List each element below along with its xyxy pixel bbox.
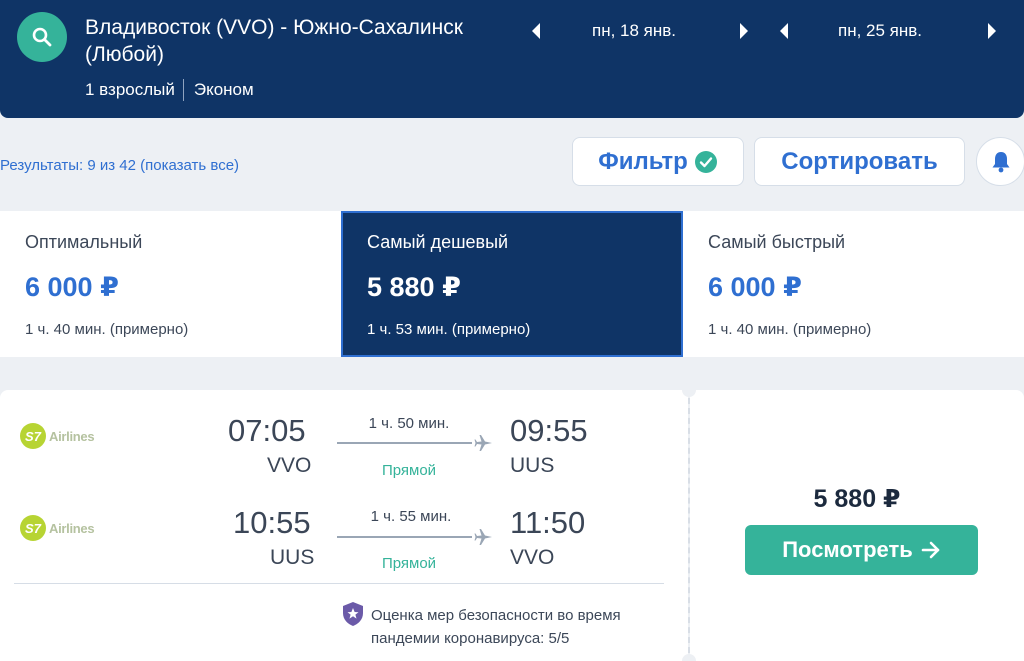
airline-logo-mark: S7 — [20, 423, 46, 449]
sort-button[interactable]: Сортировать — [754, 137, 965, 186]
ticket-divider — [688, 398, 690, 653]
bell-icon — [992, 151, 1009, 172]
depart-date[interactable]: пн, 18 янв. — [592, 18, 676, 44]
caret-left-icon — [780, 23, 788, 39]
view-offer-button[interactable]: Посмотреть — [745, 525, 978, 575]
tab-price: 5 880 ₽ — [367, 272, 461, 302]
flight-line — [337, 442, 472, 444]
depart-airport: VVO — [267, 454, 312, 477]
depart-prev-button[interactable] — [528, 18, 544, 44]
airline-name: Airlines — [49, 520, 95, 536]
depart-date-nav: пн, 18 янв. — [528, 18, 758, 44]
filter-button[interactable]: Фильтр — [572, 137, 744, 186]
tab-fastest[interactable]: Самый быстрый 6 000 ₽ 1 ч. 40 мин. (прим… — [683, 211, 1024, 357]
caret-right-icon — [740, 23, 748, 39]
search-icon — [32, 27, 52, 47]
passenger-summary[interactable]: 1 взрослый Эконом — [85, 79, 254, 101]
arrive-airport: UUS — [510, 454, 555, 477]
return-next-button[interactable] — [984, 18, 1000, 44]
arrive-time: 11:50 — [510, 505, 586, 540]
tab-label: Самый быстрый — [708, 232, 846, 252]
tab-price: 6 000 ₽ — [25, 272, 119, 302]
cabin-class: Эконом — [193, 80, 254, 99]
return-date[interactable]: пн, 25 янв. — [838, 18, 922, 44]
depart-time: 07:05 — [228, 413, 306, 448]
arrive-airport: VVO — [510, 546, 555, 569]
flight-line — [337, 536, 472, 538]
tab-cheapest[interactable]: Самый дешевый 5 880 ₽ 1 ч. 53 мин. (прим… — [341, 211, 683, 357]
tab-label: Оптимальный — [25, 232, 143, 252]
price-alert-button[interactable] — [976, 137, 1024, 186]
airline-logo-mark: S7 — [20, 515, 46, 541]
caret-left-icon — [532, 23, 540, 39]
plane-icon — [474, 435, 492, 451]
route-title[interactable]: Владивосток (VVO) - Южно-Сахалинск (Любо… — [85, 14, 525, 68]
flight-duration: 1 ч. 55 мин. — [370, 508, 452, 525]
return-date-nav: пн, 25 янв. — [776, 18, 1006, 44]
plane-icon — [474, 529, 492, 545]
search-button[interactable] — [17, 12, 67, 62]
check-circle-icon — [694, 150, 717, 173]
view-offer-label: Посмотреть — [782, 537, 913, 562]
sort-tabs: Оптимальный 6 000 ₽ 1 ч. 40 мин. (пример… — [0, 211, 1024, 357]
airline-name: Airlines — [49, 428, 95, 444]
ticket-price: 5 880 ₽ — [813, 485, 901, 513]
return-prev-button[interactable] — [776, 18, 792, 44]
airline-logo: S7 Airlines — [20, 423, 95, 449]
caret-right-icon — [988, 23, 996, 39]
depart-next-button[interactable] — [736, 18, 752, 44]
tab-duration: 1 ч. 40 мин. (примерно) — [25, 321, 189, 338]
tab-duration: 1 ч. 53 мин. (примерно) — [367, 321, 531, 338]
tab-duration: 1 ч. 40 мин. (примерно) — [708, 321, 872, 338]
search-header: Владивосток (VVO) - Южно-Сахалинск (Любо… — [0, 0, 1024, 118]
stops-label: Прямой — [381, 555, 437, 572]
stops-label: Прямой — [381, 462, 437, 479]
ticket-separator — [14, 583, 664, 584]
separator — [182, 79, 184, 101]
filter-label: Фильтр — [598, 147, 688, 175]
ticket-notch — [682, 383, 696, 397]
passenger-count: 1 взрослый — [85, 80, 175, 99]
shield-icon — [343, 602, 363, 626]
tab-optimal[interactable]: Оптимальный 6 000 ₽ 1 ч. 40 мин. (пример… — [0, 211, 341, 357]
ticket-notch — [682, 654, 696, 661]
arrive-time: 09:55 — [510, 413, 588, 448]
depart-airport: UUS — [270, 546, 315, 569]
airline-logo: S7 Airlines — [20, 515, 95, 541]
tab-price: 6 000 ₽ — [708, 272, 802, 302]
arrow-right-icon — [921, 541, 941, 559]
results-count-link[interactable]: Результаты: 9 из 42 (показать все) — [0, 157, 239, 174]
covid-safety-rating: Оценка мер безопасности во время пандеми… — [371, 607, 621, 647]
depart-time: 10:55 — [233, 505, 311, 540]
flight-duration: 1 ч. 50 мин. — [368, 415, 450, 432]
sort-label: Сортировать — [781, 147, 938, 175]
tab-label: Самый дешевый — [367, 232, 509, 252]
